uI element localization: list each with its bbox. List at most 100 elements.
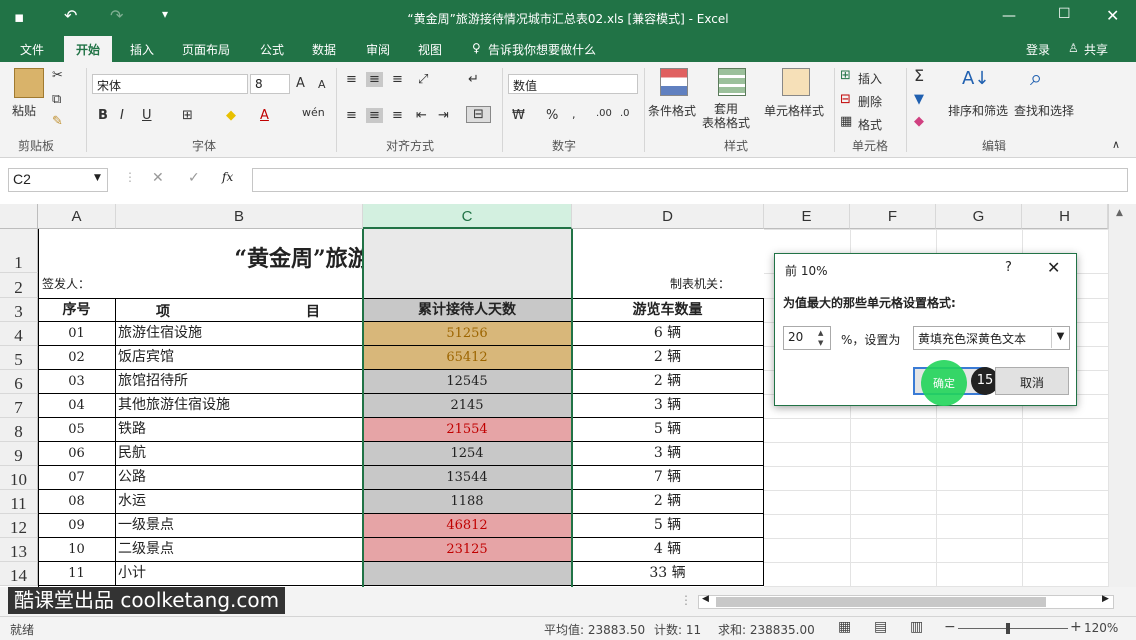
insert-function-icon[interactable]: fx xyxy=(222,170,233,184)
merge-center-icon[interactable]: ⊟ xyxy=(466,106,491,123)
tab-formulas[interactable]: 公式 xyxy=(260,41,284,58)
row-header[interactable]: 12 xyxy=(0,514,38,538)
share-button[interactable]: 共享 xyxy=(1084,41,1108,58)
align-left-icon[interactable]: ≡ xyxy=(346,108,357,123)
scroll-right-icon[interactable]: ▶ xyxy=(1102,594,1109,604)
increase-decimal-icon[interactable]: .00 xyxy=(596,108,612,119)
cell-item[interactable]: 一级景点 xyxy=(116,514,363,538)
insert-cells-button[interactable]: 插入 xyxy=(858,70,882,87)
cell-item[interactable]: 铁路 xyxy=(116,418,363,442)
clear-icon[interactable]: ◆ xyxy=(914,114,924,129)
column-header-e[interactable]: E xyxy=(764,204,850,229)
cell-buses[interactable]: 4 辆 xyxy=(572,538,764,562)
cell-buses[interactable]: 6 辆 xyxy=(572,322,764,346)
cell-buses[interactable]: 7 辆 xyxy=(572,466,764,490)
insert-cells-icon[interactable]: ⊞ xyxy=(840,68,851,83)
decrease-indent-icon[interactable]: ⇤ xyxy=(416,108,427,123)
comma-style-icon[interactable]: , xyxy=(572,108,576,121)
cell-buses[interactable]: 2 辆 xyxy=(572,346,764,370)
fill-icon[interactable]: ▼ xyxy=(914,92,924,107)
delete-cells-button[interactable]: 删除 xyxy=(858,93,882,110)
format-as-table-button[interactable]: 套用 表格格式 xyxy=(702,102,750,130)
cell-item[interactable]: 小计 xyxy=(116,562,363,586)
cell-item[interactable]: 二级景点 xyxy=(116,538,363,562)
sort-filter-icon[interactable]: A↓ xyxy=(962,68,989,89)
name-box[interactable]: C2 xyxy=(8,168,108,192)
zoom-slider-thumb[interactable] xyxy=(1006,623,1010,634)
login-link[interactable]: 登录 xyxy=(1026,41,1050,58)
shrink-font-icon[interactable]: A xyxy=(318,78,326,91)
chevron-down-icon[interactable]: ▼ xyxy=(1051,328,1069,348)
header-buses[interactable]: 游览车数量 xyxy=(572,298,764,322)
italic-icon[interactable]: I xyxy=(120,108,124,123)
sort-filter-button[interactable]: 排序和筛选 xyxy=(948,102,1008,119)
conditional-formatting-icon[interactable] xyxy=(660,68,688,96)
cut-icon[interactable]: ✂ xyxy=(52,68,63,83)
header-item[interactable] xyxy=(116,298,363,322)
cell-item[interactable]: 旅馆招待所 xyxy=(116,370,363,394)
cell-no[interactable]: 04 xyxy=(38,394,116,418)
row-header[interactable]: 13 xyxy=(0,538,38,562)
percent-icon[interactable]: % xyxy=(546,108,558,123)
cell-no[interactable]: 07 xyxy=(38,466,116,490)
scroll-up-icon[interactable]: ▲ xyxy=(1116,208,1123,218)
paste-button[interactable]: 粘贴 xyxy=(12,102,36,119)
number-format-select[interactable]: 数值 xyxy=(508,74,638,94)
confirm-edit-icon[interactable]: ✓ xyxy=(188,170,200,186)
page-break-icon[interactable]: ▥ xyxy=(910,619,923,635)
cell-item[interactable]: 水运 xyxy=(116,490,363,514)
percent-spinner[interactable]: 20 xyxy=(783,326,831,350)
cell-item[interactable]: 公路 xyxy=(116,466,363,490)
cell-buses[interactable]: 33 辆 xyxy=(572,562,764,586)
tab-insert[interactable]: 插入 xyxy=(130,41,154,58)
maximize-icon[interactable]: ☐ xyxy=(1058,6,1071,22)
border-icon[interactable]: ⊞ xyxy=(182,108,193,123)
cell-styles-icon[interactable] xyxy=(782,68,810,96)
column-header-a[interactable]: A xyxy=(38,204,116,229)
cell-no[interactable]: 11 xyxy=(38,562,116,586)
row-header[interactable]: 9 xyxy=(0,442,38,466)
align-right-icon[interactable]: ≡ xyxy=(392,108,403,123)
column-header-g[interactable]: G xyxy=(936,204,1022,229)
increase-indent-icon[interactable]: ⇥ xyxy=(438,108,449,123)
cell-buses[interactable]: 3 辆 xyxy=(572,394,764,418)
tab-review[interactable]: 审阅 xyxy=(366,41,390,58)
row-header[interactable]: 3 xyxy=(0,298,38,322)
cell-visits[interactable]: 21554 xyxy=(363,418,572,442)
column-header-d[interactable]: D xyxy=(572,204,764,229)
cell-no[interactable]: 10 xyxy=(38,538,116,562)
cell-no[interactable]: 08 xyxy=(38,490,116,514)
fill-color-icon[interactable]: ◆ xyxy=(226,108,236,123)
cell-buses[interactable]: 5 辆 xyxy=(572,514,764,538)
row-header[interactable]: 1 xyxy=(0,229,38,273)
tell-me-box[interactable]: 告诉我你想要做什么 xyxy=(488,41,596,58)
row-header[interactable]: 5 xyxy=(0,346,38,370)
help-button[interactable]: ? xyxy=(1005,260,1012,275)
bold-icon[interactable]: B xyxy=(98,108,108,123)
format-cells-button[interactable]: 格式 xyxy=(858,116,882,133)
cell-item[interactable]: 其他旅游住宿设施 xyxy=(116,394,363,418)
header-visits[interactable]: 累计接待人天数 xyxy=(363,298,572,322)
dialog-close-icon[interactable]: ✕ xyxy=(1047,258,1060,277)
row-header[interactable]: 11 xyxy=(0,490,38,514)
minimize-icon[interactable]: — xyxy=(1002,8,1016,24)
cell-visits[interactable]: 1254 xyxy=(363,442,572,466)
cell-no[interactable]: 06 xyxy=(38,442,116,466)
tab-data[interactable]: 数据 xyxy=(312,41,336,58)
conditional-formatting-button[interactable]: 条件格式 xyxy=(648,102,696,119)
spinner-arrows-icon[interactable]: ▲ ▼ xyxy=(818,328,823,348)
row-header[interactable]: 14 xyxy=(0,562,38,586)
tab-home[interactable]: 开始 xyxy=(64,36,113,62)
cell-visits[interactable]: 1188 xyxy=(363,490,572,514)
column-header-h[interactable]: H xyxy=(1022,204,1108,229)
row-header[interactable]: 10 xyxy=(0,466,38,490)
cell-item[interactable]: 旅游住宿设施 xyxy=(116,322,363,346)
cell-visits[interactable]: 46812 xyxy=(363,514,572,538)
cell-item[interactable]: 饭店宾馆 xyxy=(116,346,363,370)
row-header[interactable]: 6 xyxy=(0,370,38,394)
orientation-icon[interactable]: ⤢ xyxy=(418,72,428,87)
cell-visits[interactable]: 51256 xyxy=(363,322,572,346)
find-select-button[interactable]: 查找和选择 xyxy=(1014,102,1074,119)
cell-no[interactable]: 05 xyxy=(38,418,116,442)
format-cells-icon[interactable]: ▦ xyxy=(840,114,852,129)
